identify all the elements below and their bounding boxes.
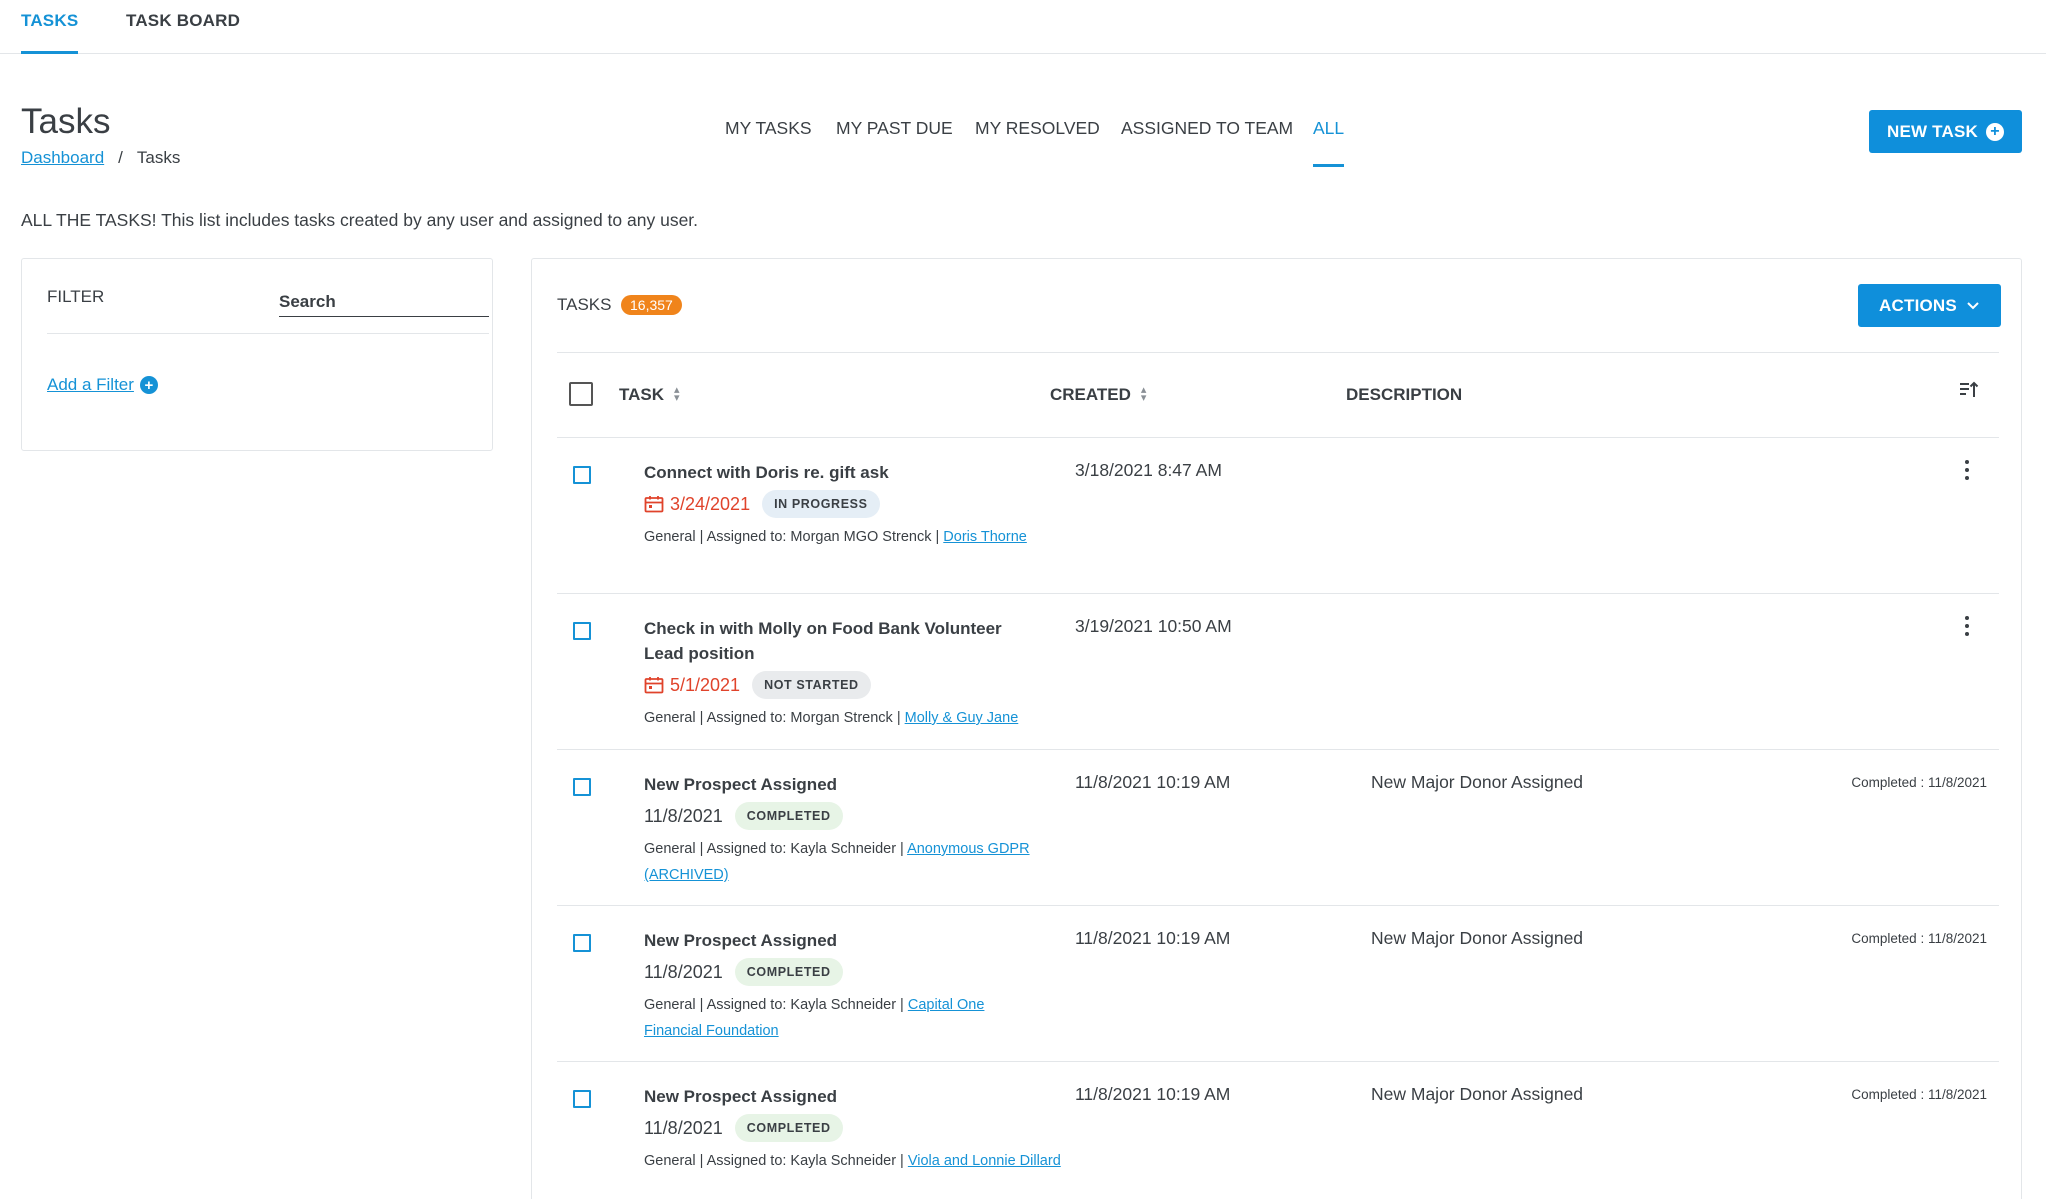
top-tabs: TASKS TASK BOARD xyxy=(0,0,2046,54)
column-header-description: DESCRIPTION xyxy=(1346,385,1462,405)
assignment-text: General | Assigned to: Kayla Schneider | xyxy=(644,1153,904,1169)
calendar-icon xyxy=(644,496,664,513)
sort-icon: ▴ ▾ xyxy=(1140,384,1147,404)
breadcrumb-current: Tasks xyxy=(136,148,181,167)
due-date: 11/8/2021 xyxy=(644,1117,723,1138)
filter-divider xyxy=(47,333,489,334)
task-meta: General | Assigned to: Morgan Strenck | … xyxy=(644,705,1064,731)
created-date: 11/8/2021 10:19 AM xyxy=(1075,928,1231,948)
constituent-link[interactable]: Molly & Guy Jane xyxy=(905,710,1019,726)
tab-all[interactable]: ALL xyxy=(1313,118,1345,167)
tab-assigned-to-team[interactable]: ASSIGNED TO TEAM xyxy=(1121,118,1293,167)
task-title[interactable]: New Prospect Assigned xyxy=(644,772,1044,797)
tasks-panel: TASKS 16,357 ACTIONS TASK ▴ ▾ CREATED ▴ ▾ … xyxy=(531,258,2022,1199)
column-header-task[interactable]: TASK ▴ ▾ xyxy=(619,385,680,405)
constituent-link[interactable]: Viola and Lonnie Dillard xyxy=(908,1153,1061,1169)
task-title[interactable]: New Prospect Assigned xyxy=(644,1084,1044,1109)
tab-my-resolved[interactable]: MY RESOLVED xyxy=(975,118,1100,167)
tab-my-tasks[interactable]: MY TASKS xyxy=(725,118,812,167)
breadcrumb: Dashboard / Tasks xyxy=(21,148,180,168)
new-task-label: NEW TASK xyxy=(1887,121,1978,141)
tab-tasks[interactable]: TASKS xyxy=(21,11,79,54)
table-row: New Prospect Assigned 11/8/2021 COMPLETE… xyxy=(557,906,1999,1062)
tab-task-board[interactable]: TASK BOARD xyxy=(126,11,240,54)
row-checkbox[interactable] xyxy=(573,934,591,952)
task-title[interactable]: New Prospect Assigned xyxy=(644,928,1044,953)
task-description: New Major Donor Assigned xyxy=(1371,928,1584,948)
select-all-checkbox[interactable] xyxy=(569,382,593,406)
actions-label: ACTIONS xyxy=(1879,295,1957,315)
table-row: New Prospect Assigned 11/8/2021 COMPLETE… xyxy=(557,1062,1999,1199)
completed-date: Completed : 11/8/2021 xyxy=(1851,931,1987,946)
new-task-button[interactable]: NEW TASK + xyxy=(1869,110,2022,153)
column-created-label: CREATED xyxy=(1050,385,1131,404)
column-description-label: DESCRIPTION xyxy=(1346,385,1463,404)
created-date: 3/19/2021 10:50 AM xyxy=(1075,616,1232,636)
add-filter-link[interactable]: Add a Filter + xyxy=(47,375,158,395)
column-task-label: TASK xyxy=(619,385,665,404)
breadcrumb-dashboard-link[interactable]: Dashboard xyxy=(21,148,104,167)
tab-my-past-due[interactable]: MY PAST DUE xyxy=(836,118,953,167)
intro-text: ALL THE TASKS! This list includes tasks … xyxy=(21,210,699,230)
row-checkbox[interactable] xyxy=(573,1090,591,1108)
due-line: 5/1/2021 NOT STARTED xyxy=(644,671,871,699)
due-date: 3/24/2021 xyxy=(670,493,751,514)
filter-panel: FILTER Add a Filter + xyxy=(21,258,493,451)
table-row: New Prospect Assigned 11/8/2021 COMPLETE… xyxy=(557,750,1999,906)
due-line: 11/8/2021 COMPLETED xyxy=(644,802,843,830)
tasks-label: TASKS xyxy=(557,295,612,314)
task-title[interactable]: Connect with Doris re. gift ask xyxy=(644,460,1044,485)
row-checkbox[interactable] xyxy=(573,622,591,640)
assignment-text: General | Assigned to: Morgan MGO Strenc… xyxy=(644,529,940,545)
assignment-text: General | Assigned to: Kayla Schneider | xyxy=(644,841,904,857)
completed-date: Completed : 11/8/2021 xyxy=(1851,1087,1987,1102)
search-input[interactable] xyxy=(279,287,489,317)
task-title[interactable]: Check in with Molly on Food Bank Volunte… xyxy=(644,616,1004,666)
status-badge: NOT STARTED xyxy=(752,671,871,699)
status-badge: COMPLETED xyxy=(734,958,843,986)
due-date: 11/8/2021 xyxy=(644,961,723,982)
status-badge: IN PROGRESS xyxy=(762,490,880,518)
sort-icon: ▴ ▾ xyxy=(674,384,680,404)
filter-label: FILTER xyxy=(47,287,105,306)
created-date: 3/18/2021 8:47 AM xyxy=(1075,460,1222,480)
task-meta: General | Assigned to: Morgan MGO Strenc… xyxy=(644,524,1044,550)
table-row: Check in with Molly on Food Bank Volunte… xyxy=(557,594,1999,750)
due-line: 3/24/2021 IN PROGRESS xyxy=(644,490,880,518)
more-options-icon[interactable] xyxy=(1965,614,1969,638)
status-badge: COMPLETED xyxy=(734,1114,843,1142)
due-line: 11/8/2021 COMPLETED xyxy=(644,1114,843,1142)
column-header-created[interactable]: CREATED ▴ ▾ xyxy=(1050,385,1146,405)
row-checkbox[interactable] xyxy=(573,778,591,796)
calendar-icon xyxy=(644,677,664,694)
task-meta: General | Assigned to: Kayla Schneider |… xyxy=(644,836,1044,888)
task-meta: General | Assigned to: Kayla Schneider |… xyxy=(644,992,1044,1044)
task-count-badge: 16,357 xyxy=(621,295,682,315)
due-line: 11/8/2021 COMPLETED xyxy=(644,958,843,986)
breadcrumb-separator: / xyxy=(118,148,123,167)
created-date: 11/8/2021 10:19 AM xyxy=(1075,1084,1231,1104)
page-title: Tasks xyxy=(21,102,111,141)
completed-date: Completed : 11/8/2021 xyxy=(1851,775,1987,790)
row-checkbox[interactable] xyxy=(573,466,591,484)
more-options-icon[interactable] xyxy=(1965,458,1969,482)
table-header: TASK ▴ ▾ CREATED ▴ ▾ DESCRIPTION xyxy=(557,352,1999,438)
plus-circle-icon: + xyxy=(1986,122,2004,141)
table-row: Connect with Doris re. gift ask 3/24/202… xyxy=(557,438,1999,594)
constituent-link[interactable]: Doris Thorne xyxy=(943,529,1027,545)
actions-button[interactable]: ACTIONS xyxy=(1858,284,2001,327)
task-meta: General | Assigned to: Kayla Schneider |… xyxy=(644,1148,1064,1174)
plus-circle-icon: + xyxy=(139,376,158,394)
due-date: 11/8/2021 xyxy=(644,805,723,826)
assignment-text: General | Assigned to: Kayla Schneider | xyxy=(644,997,904,1013)
task-description: New Major Donor Assigned xyxy=(1371,772,1584,792)
task-description: New Major Donor Assigned xyxy=(1371,1084,1584,1104)
status-badge: COMPLETED xyxy=(734,802,843,830)
assignment-text: General | Assigned to: Morgan Strenck | xyxy=(644,710,901,726)
due-date: 5/1/2021 xyxy=(670,674,741,695)
created-date: 11/8/2021 10:19 AM xyxy=(1075,772,1231,792)
add-filter-label: Add a Filter xyxy=(47,375,134,394)
column-sort-settings-icon[interactable] xyxy=(1959,381,1979,399)
chevron-down-icon xyxy=(1967,301,1979,309)
